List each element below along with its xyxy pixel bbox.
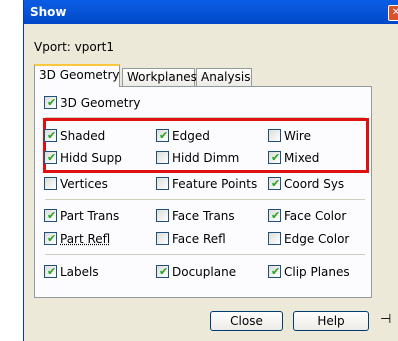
checkbox-vertices[interactable]: Vertices xyxy=(44,177,108,191)
checkbox-face-color[interactable]: ✔ Face Color xyxy=(268,209,346,223)
show-dialog: Show ✕ Vport: vport1 3D Geometry Workpla… xyxy=(23,0,398,341)
checkbox-box[interactable]: ✔ xyxy=(44,232,57,245)
checkbox-feature-points[interactable]: Feature Points xyxy=(156,177,257,191)
checkmark-icon: ✔ xyxy=(159,129,169,142)
checkmark-icon: ✔ xyxy=(47,209,57,222)
checkbox-box[interactable] xyxy=(268,129,281,142)
checkbox-docuplane[interactable]: ✔ Docuplane xyxy=(156,265,236,279)
checkbox-box[interactable]: ✔ xyxy=(44,209,57,222)
checkbox-box[interactable]: ✔ xyxy=(44,151,57,164)
checkmark-icon: ✔ xyxy=(159,265,169,278)
tab-3d-geometry[interactable]: 3D Geometry xyxy=(34,64,120,87)
checkbox-label: Hidd Supp xyxy=(60,151,122,165)
vport-label: Vport: vport1 xyxy=(34,40,114,54)
checkmark-icon: ✔ xyxy=(47,129,57,142)
checkbox-label: Wire xyxy=(284,129,311,143)
checkmark-icon: ✔ xyxy=(271,177,281,190)
checkbox-label: Docuplane xyxy=(172,265,237,279)
checkmark-icon: ✔ xyxy=(47,232,57,245)
checkbox-labels[interactable]: ✔ Labels xyxy=(44,265,99,279)
checkbox-label: Labels xyxy=(60,265,99,279)
checkbox-box[interactable] xyxy=(156,232,169,245)
checkbox-label: Feature Points xyxy=(172,177,258,191)
checkbox-label: Edge Color xyxy=(284,232,350,246)
checkbox-box[interactable]: ✔ xyxy=(44,96,57,109)
checkbox-box[interactable]: ✔ xyxy=(44,265,57,278)
pin-icon[interactable]: ⊣ xyxy=(380,313,391,327)
checkbox-label: Face Color xyxy=(284,209,347,223)
tab-workplanes[interactable]: Workplanes xyxy=(122,68,197,86)
checkbox-box[interactable] xyxy=(156,209,169,222)
help-button[interactable]: Help xyxy=(293,311,369,331)
checkbox-label: Vertices xyxy=(60,177,108,191)
checkbox-label: Coord Sys xyxy=(284,177,345,191)
close-icon[interactable]: ✕ xyxy=(388,5,398,21)
checkbox-part-trans[interactable]: ✔ Part Trans xyxy=(44,209,119,223)
checkmark-icon: ✔ xyxy=(47,151,57,164)
checkbox-coord-sys[interactable]: ✔ Coord Sys xyxy=(268,177,344,191)
checkbox-wire[interactable]: Wire xyxy=(268,129,311,143)
checkmark-icon: ✔ xyxy=(271,265,281,278)
checkbox-box[interactable]: ✔ xyxy=(156,129,169,142)
tab-panel-3d-geometry: ✔ 3D Geometry ✔ Shaded ✔ Edged Wire ✔ Hidd S… xyxy=(34,86,372,298)
checkbox-box[interactable]: ✔ xyxy=(268,209,281,222)
checkbox-hidd-supp[interactable]: ✔ Hidd Supp xyxy=(44,151,122,165)
checkbox-box[interactable]: ✔ xyxy=(268,151,281,164)
checkbox-box[interactable]: ✔ xyxy=(44,129,57,142)
separator xyxy=(45,254,365,255)
checkbox-edge-color[interactable]: Edge Color xyxy=(268,232,349,246)
checkbox-box[interactable]: ✔ xyxy=(156,265,169,278)
tab-analysis[interactable]: Analysis xyxy=(196,68,252,86)
checkbox-face-trans[interactable]: Face Trans xyxy=(156,209,235,223)
checkbox-box[interactable]: ✔ xyxy=(268,177,281,190)
checkmark-icon: ✔ xyxy=(47,265,57,278)
checkbox-label: Shaded xyxy=(60,129,106,143)
checkbox-box[interactable] xyxy=(268,232,281,245)
checkbox-face-refl[interactable]: Face Refl xyxy=(156,232,226,246)
checkbox-label: Face Refl xyxy=(172,232,226,246)
checkmark-icon: ✔ xyxy=(47,96,57,109)
checkbox-label: Part Trans xyxy=(60,209,120,223)
checkbox-part-refl[interactable]: ✔ Part Refl xyxy=(44,232,110,246)
checkbox-box[interactable] xyxy=(44,177,57,190)
checkbox-label: Edged xyxy=(172,129,210,143)
close-button[interactable]: Close xyxy=(210,311,283,331)
checkbox-label: 3D Geometry xyxy=(60,96,141,110)
checkbox-edged[interactable]: ✔ Edged xyxy=(156,129,210,143)
checkbox-box[interactable] xyxy=(156,177,169,190)
checkbox-3d-geometry[interactable]: ✔ 3D Geometry xyxy=(44,96,141,110)
checkbox-mixed[interactable]: ✔ Mixed xyxy=(268,151,319,165)
checkbox-box[interactable]: ✔ xyxy=(268,265,281,278)
checkbox-hidd-dimm[interactable]: Hidd Dimm xyxy=(156,151,239,165)
checkbox-label: Clip Planes xyxy=(284,265,350,279)
checkbox-label: Part Refl xyxy=(60,232,111,246)
checkmark-icon: ✔ xyxy=(271,151,281,164)
title-bar[interactable]: Show ✕ xyxy=(24,0,398,24)
checkbox-shaded[interactable]: ✔ Shaded xyxy=(44,129,105,143)
checkbox-label: Hidd Dimm xyxy=(172,151,240,165)
window-title: Show xyxy=(30,5,67,19)
checkbox-label: Face Trans xyxy=(172,209,235,223)
separator xyxy=(45,199,365,200)
checkmark-icon: ✔ xyxy=(271,209,281,222)
checkbox-clip-planes[interactable]: ✔ Clip Planes xyxy=(268,265,350,279)
checkbox-box[interactable] xyxy=(156,151,169,164)
checkbox-label: Mixed xyxy=(284,151,320,165)
